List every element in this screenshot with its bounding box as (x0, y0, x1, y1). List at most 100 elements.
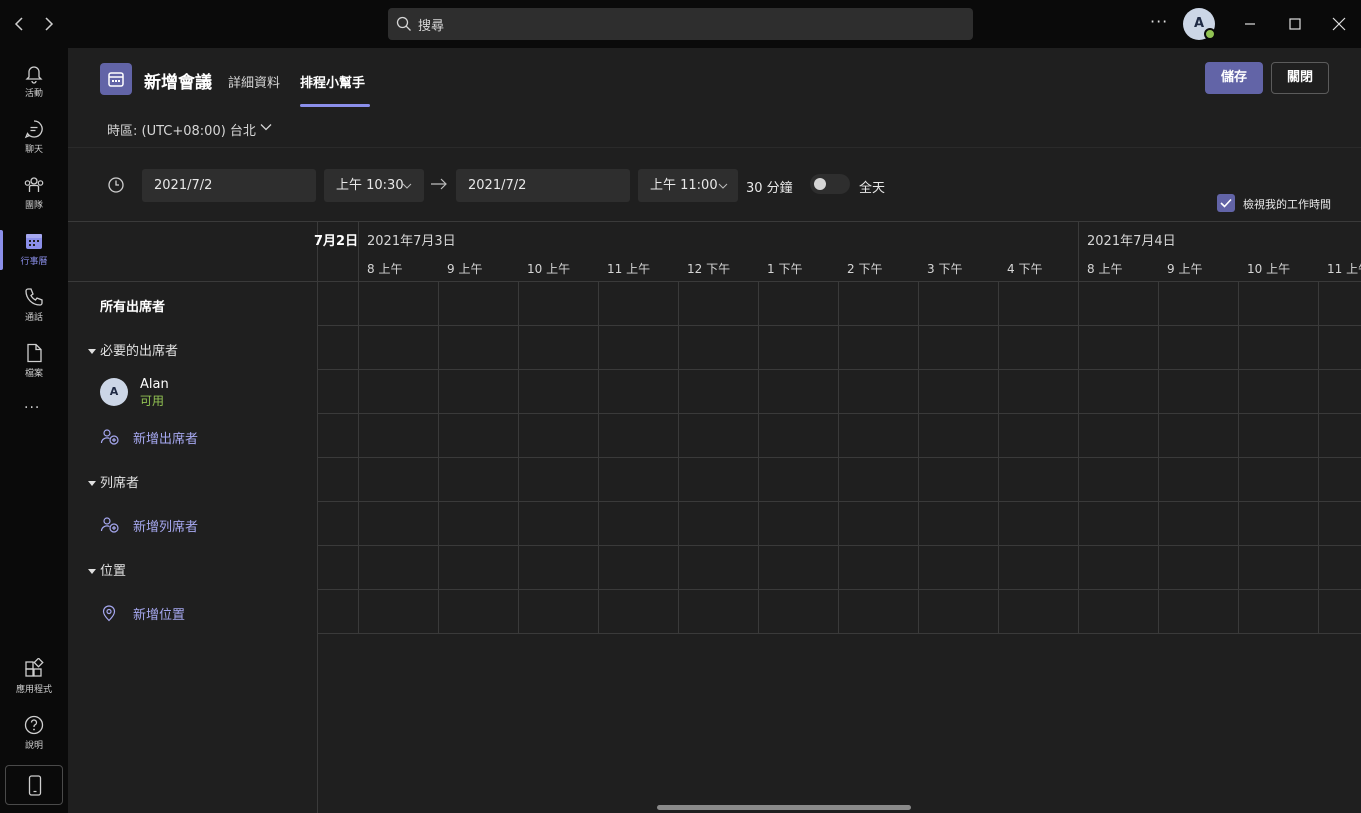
rail-item-calendar[interactable]: 行事曆 (0, 224, 68, 276)
rail-item-chat[interactable]: 聊天 (0, 112, 68, 164)
rail-item-calls[interactable]: 通話 (0, 280, 68, 332)
meeting-time-row: 2021/7/2 上午 10:30 2021/7/2 上午 11:00 30 分… (68, 149, 1361, 222)
teams-icon (24, 177, 44, 192)
grid-column-line (1158, 282, 1159, 634)
close-button[interactable]: 關閉 (1271, 62, 1329, 94)
grid-column-line (1238, 282, 1239, 634)
location-section[interactable]: 位置 (88, 560, 126, 579)
start-time-dropdown[interactable]: 上午 10:30 (324, 169, 424, 202)
caret-down-icon (88, 349, 96, 354)
bell-icon (25, 66, 43, 84)
minimize-icon[interactable] (1236, 10, 1264, 38)
grid-column-line (918, 282, 919, 634)
grid-column-line (838, 282, 839, 634)
timezone-selector[interactable]: 時區: (UTC+08:00) 台北 (107, 120, 256, 139)
page-title: 新增會議 (144, 73, 212, 93)
arrow-right-icon (431, 178, 447, 190)
hour-label: 12 下午 (687, 262, 731, 276)
phone-icon (25, 288, 43, 306)
work-hours-checkbox[interactable] (1217, 194, 1235, 212)
rail-label: 檔案 (24, 369, 43, 379)
close-window-icon[interactable] (1325, 10, 1353, 38)
grid-header-divider (318, 281, 1361, 282)
more-options-button[interactable]: ··· (1150, 12, 1168, 31)
hour-label: 8 上午 (367, 262, 403, 276)
tab-details[interactable]: 詳細資料 (228, 72, 280, 91)
end-time-value: 上午 11:00 (650, 178, 718, 193)
start-time-value: 上午 10:30 (336, 178, 404, 193)
horizontal-scrollbar[interactable] (657, 805, 911, 810)
tab-scheduling-assistant[interactable]: 排程小幫手 (300, 72, 365, 91)
location-pin-icon (102, 605, 116, 622)
rail-label: 聊天 (24, 145, 43, 155)
date-heading-day2: 2021年7月4日 (1087, 234, 1176, 249)
maximize-icon[interactable] (1281, 10, 1309, 38)
hour-label: 10 上午 (1247, 262, 1291, 276)
add-optional-label: 新增列席者 (133, 520, 199, 535)
clock-icon (108, 177, 124, 193)
grid-row-line (318, 501, 1361, 502)
work-hours-label: 檢視我的工作時間 (1243, 198, 1331, 211)
active-tab-indicator (300, 104, 370, 107)
add-person-icon (100, 517, 119, 533)
forward-icon[interactable] (38, 14, 58, 34)
app-rail: 活動 聊天 團隊 行事曆 通話 檔案 ··· 應用程式 說明 (0, 48, 68, 813)
hour-label: 9 上午 (447, 262, 483, 276)
chevron-down-icon (402, 183, 412, 189)
rail-label: 通話 (24, 313, 43, 323)
grid-row-line (318, 457, 1361, 458)
all-day-label: 全天 (859, 181, 886, 196)
mobile-device-button[interactable] (5, 765, 63, 805)
search-input[interactable]: 搜尋 (388, 8, 973, 40)
all-attendees-heading: 所有出席者 (100, 300, 166, 315)
rail-item-files[interactable]: 檔案 (0, 336, 68, 388)
end-time-dropdown[interactable]: 上午 11:00 (638, 169, 738, 202)
attendee-panel-header (68, 222, 318, 282)
attendee-panel: 所有出席者 必要的出席者 A Alan 可用 新增出席者 列席者 新增列席者 位… (68, 222, 318, 813)
hour-label: 1 下午 (767, 262, 803, 276)
hour-label: 8 上午 (1087, 262, 1123, 276)
section-label: 必要的出席者 (100, 344, 179, 359)
search-placeholder: 搜尋 (418, 19, 445, 34)
chevron-down-icon[interactable] (259, 120, 273, 134)
rail-label: 說明 (24, 741, 43, 751)
caret-down-icon (88, 569, 96, 574)
attendee-name: Alan (140, 377, 169, 392)
grid-column-line (1318, 282, 1319, 634)
rail-item-apps[interactable]: 應用程式 (0, 652, 68, 704)
help-icon (24, 715, 44, 735)
optional-attendees-section[interactable]: 列席者 (88, 472, 139, 491)
caret-down-icon (88, 481, 96, 486)
rail-item-help[interactable]: 說明 (0, 708, 68, 760)
presence-available-icon (1204, 28, 1216, 40)
start-date-field[interactable]: 2021/7/2 (142, 169, 316, 202)
title-bar: 搜尋 ··· A (0, 0, 1361, 48)
all-day-toggle[interactable] (810, 174, 850, 194)
grid-row-line (318, 369, 1361, 370)
mobile-phone-icon (28, 775, 42, 796)
rail-item-activity[interactable]: 活動 (0, 56, 68, 108)
end-date-field[interactable]: 2021/7/2 (456, 169, 630, 202)
hour-label: 10 上午 (527, 262, 571, 276)
save-button[interactable]: 儲存 (1205, 62, 1263, 94)
rail-label: 應用程式 (15, 685, 52, 695)
rail-label: 活動 (24, 89, 43, 99)
required-attendees-section[interactable]: 必要的出席者 (88, 340, 178, 359)
back-icon[interactable] (10, 14, 30, 34)
apps-icon (25, 658, 44, 677)
schedule-grid[interactable]: 7月2日 2021年7月3日 2021年7月4日 8 上午 9 上午 10 上午 11… (314, 222, 1361, 813)
grid-column-line (438, 282, 439, 634)
hour-label: 4 下午 (1007, 262, 1043, 276)
add-location-label: 新增位置 (133, 608, 186, 623)
day-divider-line (358, 222, 359, 634)
hour-label: 3 下午 (927, 262, 963, 276)
chat-icon (24, 120, 43, 139)
more-apps-button[interactable]: ··· (24, 400, 40, 416)
section-label: 位置 (100, 564, 127, 579)
add-person-icon (100, 429, 119, 445)
grid-row-line (318, 545, 1361, 546)
rail-item-teams[interactable]: 團隊 (0, 168, 68, 220)
attendee-status: 可用 (140, 394, 165, 408)
avatar[interactable]: A (100, 378, 128, 406)
date-heading-day1: 2021年7月3日 (367, 234, 456, 249)
